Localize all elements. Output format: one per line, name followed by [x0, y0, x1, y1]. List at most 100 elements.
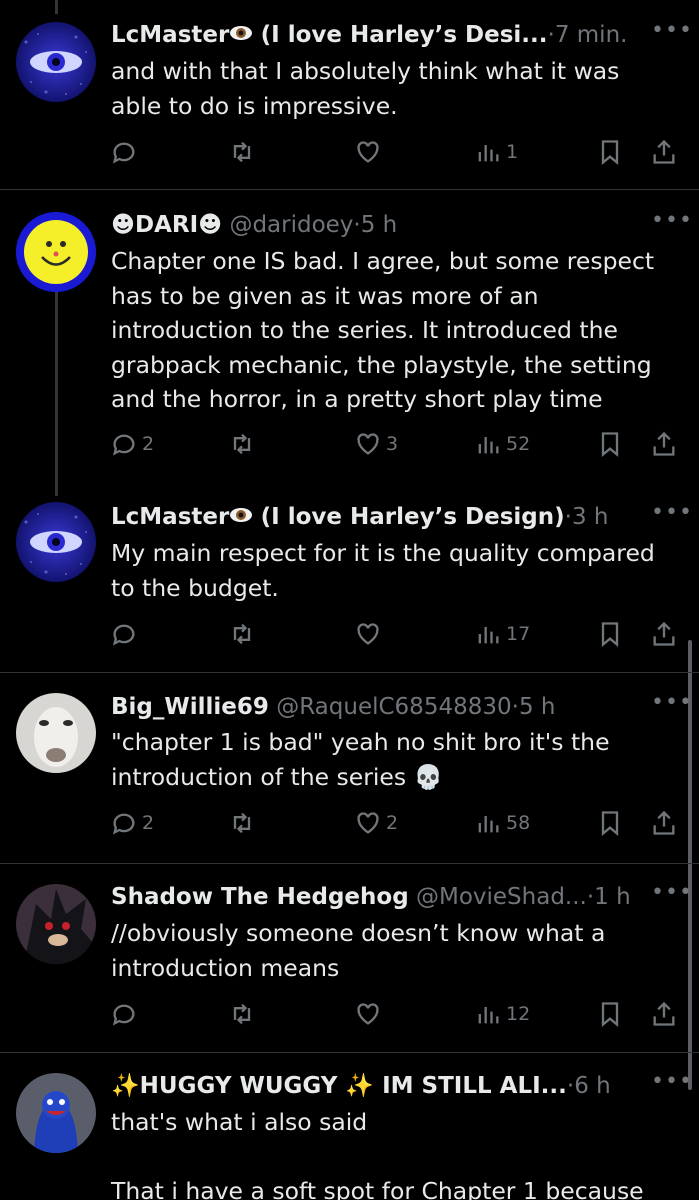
retweet-button[interactable]: [228, 805, 256, 841]
handle[interactable]: @daridoey: [229, 212, 353, 238]
share-button[interactable]: [650, 134, 678, 170]
display-name[interactable]: ☻DARI☻: [111, 212, 222, 238]
timestamp[interactable]: 5 h: [361, 212, 398, 238]
more-options-icon[interactable]: •••: [651, 20, 692, 50]
bookmark-icon: [601, 811, 619, 836]
handle[interactable]: @RaquelC68548830: [276, 694, 511, 720]
display-name[interactable]: ✨HUGGY WUGGY ✨ IM STILL ALI...: [111, 1073, 567, 1099]
more-options-icon[interactable]: •••: [651, 210, 692, 240]
bookmark-button[interactable]: [596, 134, 624, 170]
timestamp[interactable]: 5 h: [519, 694, 556, 720]
heart-icon: [357, 623, 379, 645]
retweet-button[interactable]: [228, 616, 256, 652]
reply-count: 2: [142, 433, 155, 455]
view-count: 17: [506, 623, 531, 645]
views-button[interactable]: 52: [474, 426, 530, 462]
view-count: 12: [506, 1003, 531, 1025]
tweet-header: ✨HUGGY WUGGY ✨ IM STILL ALI...·6 h: [111, 1070, 639, 1102]
timestamp[interactable]: 3 h: [572, 504, 609, 530]
reply-count: 2: [142, 812, 155, 834]
display-name[interactable]: LcMaster: [111, 22, 229, 48]
reply-button[interactable]: [110, 996, 142, 1032]
timestamp[interactable]: 6 h: [574, 1073, 611, 1099]
reply-button[interactable]: [110, 616, 142, 652]
display-name-suffix[interactable]: (I love Harley’s Desi...: [261, 22, 548, 48]
more-options-icon[interactable]: •••: [651, 502, 692, 532]
reply-button[interactable]: [110, 134, 142, 170]
tweet-huggy[interactable]: ✨HUGGY WUGGY ✨ IM STILL ALI...·6 h ••• t…: [0, 1053, 699, 1200]
views-icon: [478, 1007, 499, 1024]
timestamp[interactable]: 1 h: [594, 884, 631, 910]
reply-icon: [112, 624, 135, 646]
view-count: 1: [506, 141, 519, 163]
display-name[interactable]: Big_Willie69: [111, 694, 269, 720]
reply-button[interactable]: 2: [110, 426, 154, 462]
share-icon: [653, 431, 675, 456]
avatar[interactable]: [16, 22, 96, 102]
share-icon: [653, 621, 675, 646]
tweet-header: Big_Willie69 @RaquelC68548830·5 h: [111, 691, 639, 723]
share-button[interactable]: [650, 805, 678, 841]
separator-dot: ·: [547, 22, 555, 48]
bookmark-button[interactable]: [596, 805, 624, 841]
bookmark-button[interactable]: [596, 426, 624, 462]
views-button[interactable]: 58: [474, 805, 530, 841]
reply-icon: [112, 1004, 135, 1026]
view-count: 58: [506, 812, 531, 834]
bookmark-icon: [601, 1002, 619, 1027]
retweet-button[interactable]: [228, 426, 256, 462]
bookmark-button[interactable]: [596, 616, 624, 652]
reply-button[interactable]: 2: [110, 805, 154, 841]
bookmark-button[interactable]: [596, 996, 624, 1032]
retweet-button[interactable]: [228, 996, 256, 1032]
separator-dot: ·: [564, 504, 572, 530]
display-name-suffix[interactable]: (I love Harley’s Design): [261, 504, 565, 530]
display-name[interactable]: LcMaster: [111, 504, 229, 530]
like-button[interactable]: [354, 996, 386, 1032]
more-options-icon[interactable]: •••: [651, 692, 692, 722]
tweet-shadow[interactable]: Shadow The Hedgehog @MovieShad...·1 h ••…: [0, 864, 699, 1052]
like-button[interactable]: 3: [354, 426, 398, 462]
timestamp[interactable]: 7 min.: [555, 22, 628, 48]
like-button[interactable]: [354, 616, 386, 652]
like-count: 3: [386, 433, 399, 455]
tweet-lcmaster-1[interactable]: LcMaster (I love Harley’s Desi...·7 min.…: [0, 0, 699, 190]
tweet-actions: 12: [0, 996, 699, 1032]
bookmark-icon: [601, 140, 619, 165]
separator-dot: ·: [511, 694, 519, 720]
retweet-button[interactable]: [228, 134, 256, 170]
views-button[interactable]: 1: [474, 134, 518, 170]
share-button[interactable]: [650, 996, 678, 1032]
tweet-dari[interactable]: ☻DARI☻ @daridoey·5 h ••• Chapter one IS …: [0, 190, 699, 480]
heart-icon: [357, 1003, 379, 1025]
like-button[interactable]: [354, 134, 386, 170]
tweet-big-willie[interactable]: Big_Willie69 @RaquelC68548830·5 h ••• "c…: [0, 673, 699, 863]
view-count: 52: [506, 433, 531, 455]
tweet-actions: 2 3 52: [0, 426, 699, 462]
tweet-actions: 2 2 58: [0, 805, 699, 841]
retweet-icon: [233, 141, 251, 163]
avatar[interactable]: [16, 884, 96, 964]
views-button[interactable]: 17: [474, 616, 530, 652]
share-button[interactable]: [650, 616, 678, 652]
handle[interactable]: @MovieShad...: [416, 884, 587, 910]
more-options-icon[interactable]: •••: [651, 882, 692, 912]
views-icon: [478, 145, 499, 162]
views-button[interactable]: 12: [474, 996, 530, 1032]
like-button[interactable]: 2: [354, 805, 398, 841]
tweet-header: LcMaster (I love Harley’s Design)·3 h: [111, 501, 639, 533]
views-icon: [478, 816, 499, 833]
tweet-text: "chapter 1 is bad" yeah no shit bro it's…: [111, 728, 618, 791]
avatar[interactable]: [16, 693, 96, 773]
share-icon: [653, 139, 675, 164]
share-icon: [653, 810, 675, 835]
avatar[interactable]: [16, 1073, 96, 1153]
tweet-actions: 1: [0, 134, 699, 170]
avatar[interactable]: [16, 212, 96, 292]
more-options-icon[interactable]: •••: [651, 1071, 692, 1101]
share-button[interactable]: [650, 426, 678, 462]
tweet-header: Shadow The Hedgehog @MovieShad...·1 h: [111, 881, 639, 913]
display-name[interactable]: Shadow The Hedgehog: [111, 884, 409, 910]
tweet-lcmaster-2[interactable]: LcMaster (I love Harley’s Design)·3 h ••…: [0, 480, 699, 672]
avatar[interactable]: [16, 502, 96, 582]
